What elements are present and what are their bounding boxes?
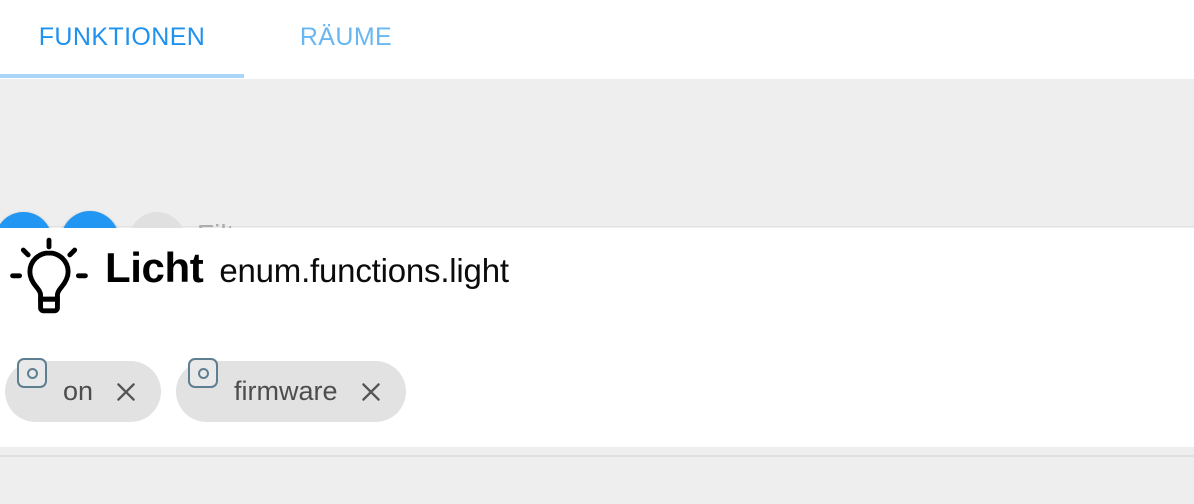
toolbar [0, 79, 1194, 269]
tab-functions[interactable]: FUNKTIONEN [0, 0, 244, 74]
enum-list-card: Licht enum.functions.light on firmware [0, 228, 1194, 447]
state-circle-icon [17, 358, 47, 388]
enum-title-group: Licht enum.functions.light [105, 244, 509, 292]
enum-item-light[interactable]: Licht enum.functions.light [0, 228, 1194, 338]
member-chip-label: on [63, 376, 94, 406]
member-chip-on[interactable]: on [5, 358, 162, 422]
member-chip-firmware[interactable]: firmware [176, 358, 406, 422]
tab-rooms[interactable]: RÄUME [244, 0, 448, 74]
enum-name: Licht [105, 244, 204, 291]
lightbulb-icon [4, 236, 94, 326]
tab-functions-label: FUNKTIONEN [38, 22, 206, 51]
tab-rooms-label: RÄUME [299, 22, 393, 51]
enum-id: enum.functions.light [219, 252, 509, 289]
close-icon[interactable] [113, 379, 139, 405]
close-icon[interactable] [358, 379, 384, 405]
enum-members-list: on firmware [5, 358, 406, 422]
footer-divider [0, 455, 1194, 457]
state-circle-icon [188, 358, 219, 388]
page-footer-area [0, 447, 1194, 504]
active-tab-indicator [0, 74, 244, 78]
tab-bar: FUNKTIONEN RÄUME [0, 0, 1194, 79]
member-chip-label: firmware [234, 376, 338, 406]
enum-editor-page: FUNKTIONEN RÄUME Filter Licht enum.funct… [0, 0, 1194, 504]
